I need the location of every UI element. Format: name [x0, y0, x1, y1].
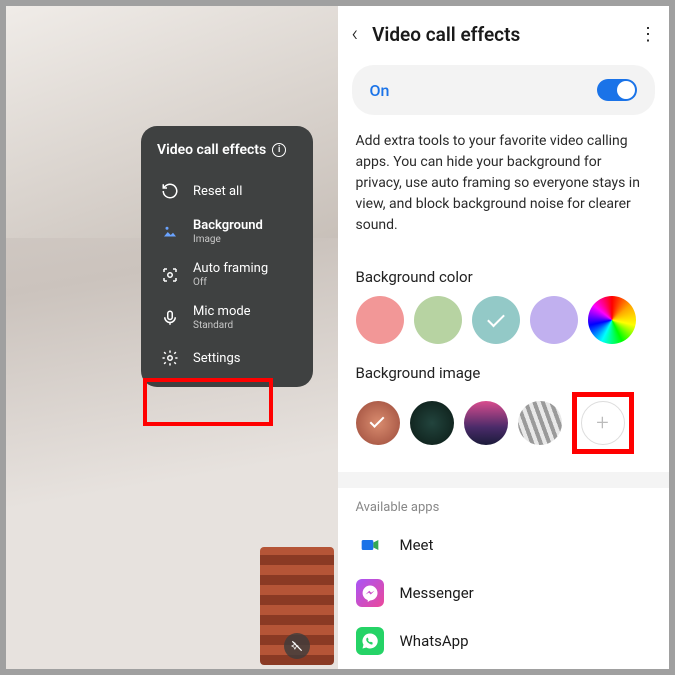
description-text: Add extra tools to your favorite video c… — [338, 131, 670, 254]
background-item[interactable]: Background Image — [153, 210, 301, 253]
mic-mode-item[interactable]: Mic mode Standard — [153, 296, 301, 339]
image-icon — [159, 221, 181, 243]
auto-framing-item[interactable]: Auto framing Off — [153, 253, 301, 296]
toggle-label: On — [370, 81, 390, 100]
highlight-box-add-image: + — [572, 392, 634, 454]
effects-toggle-icon[interactable] — [284, 633, 310, 659]
background-sub: Image — [193, 234, 263, 245]
mic-label: Mic mode — [193, 304, 251, 319]
color-swatch-1[interactable] — [414, 296, 462, 344]
reset-icon — [159, 180, 181, 202]
bg-color-label: Background color — [338, 254, 670, 296]
image-swatch-3[interactable] — [518, 401, 562, 445]
framing-sub: Off — [193, 277, 268, 288]
color-swatch-2[interactable] — [472, 296, 520, 344]
back-icon[interactable]: ‹ — [352, 22, 359, 47]
camera-preview: Video call effects i Reset all Backgroun… — [6, 6, 338, 669]
app-row-meet[interactable]: Meet — [338, 521, 670, 569]
mic-icon — [159, 307, 181, 329]
mic-sub: Standard — [193, 320, 251, 331]
bg-image-label: Background image — [338, 350, 670, 392]
framing-icon — [159, 264, 181, 286]
available-apps-label: Available apps — [338, 488, 670, 521]
image-swatch-0[interactable] — [356, 401, 400, 445]
pip-thumbnail[interactable] — [260, 547, 334, 665]
image-swatch-1[interactable] — [410, 401, 454, 445]
whatsapp-icon — [356, 627, 384, 655]
color-swatch-4[interactable] — [588, 296, 636, 344]
highlight-box-settings — [143, 378, 273, 426]
messenger-icon — [356, 579, 384, 607]
app-row-whatsapp[interactable]: WhatsApp — [338, 617, 670, 665]
framing-label: Auto framing — [193, 261, 268, 276]
meet-icon — [356, 531, 384, 559]
app-row-messenger[interactable]: Messenger — [338, 569, 670, 617]
reset-all-item[interactable]: Reset all — [153, 172, 301, 210]
settings-item[interactable]: Settings — [153, 339, 301, 377]
effects-overlay-panel: Video call effects i Reset all Backgroun… — [141, 126, 313, 387]
app-name: Messenger — [400, 584, 474, 602]
color-swatch-3[interactable] — [530, 296, 578, 344]
app-name: Meet — [400, 536, 434, 554]
more-icon[interactable]: ⋮ — [639, 24, 655, 45]
section-divider — [338, 472, 670, 488]
overlay-title: Video call effects i — [153, 142, 301, 158]
info-icon[interactable]: i — [272, 143, 286, 157]
image-swatch-row: + — [338, 392, 670, 464]
gear-icon — [159, 347, 181, 369]
add-image-button[interactable]: + — [581, 401, 625, 445]
page-title: Video call effects — [372, 23, 625, 46]
master-toggle-row[interactable]: On — [352, 65, 656, 115]
reset-label: Reset all — [193, 184, 242, 199]
color-swatch-row — [338, 296, 670, 350]
toggle-switch[interactable] — [597, 79, 637, 101]
image-swatch-2[interactable] — [464, 401, 508, 445]
header: ‹ Video call effects ⋮ — [338, 6, 670, 65]
overlay-title-text: Video call effects — [157, 142, 266, 158]
background-label: Background — [193, 218, 263, 233]
app-name: WhatsApp — [400, 632, 469, 650]
color-swatch-0[interactable] — [356, 296, 404, 344]
settings-label: Settings — [193, 351, 240, 366]
